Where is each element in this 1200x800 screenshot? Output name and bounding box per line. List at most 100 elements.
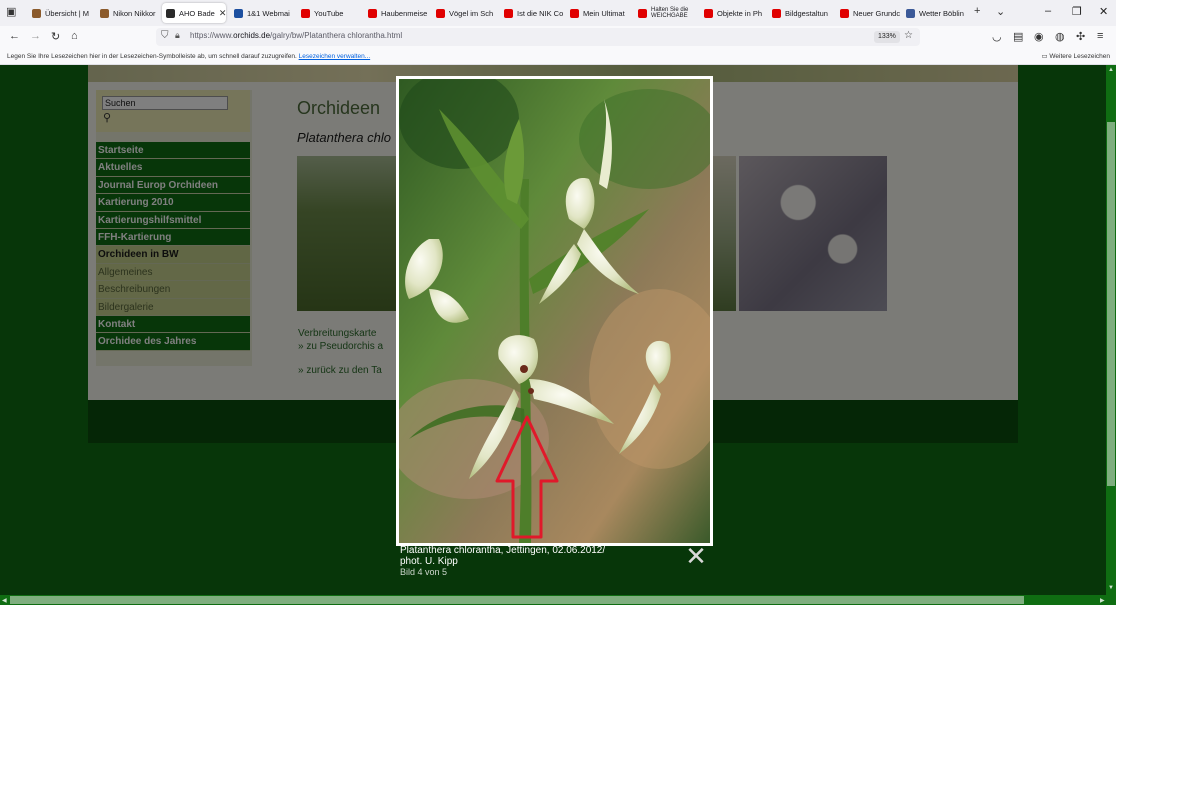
pseudorchis-link[interactable]: » zu Pseudorchis a bbox=[298, 341, 383, 352]
tab-list-icon[interactable]: ▣ bbox=[6, 5, 16, 18]
tab-1[interactable]: Nikon Nikkor bbox=[96, 3, 160, 23]
extension-icon[interactable]: ◍ bbox=[1055, 30, 1065, 43]
sidebar-item-bildergalerie[interactable]: Bildergalerie bbox=[96, 298, 250, 316]
favicon-icon bbox=[234, 8, 243, 18]
search-input[interactable]: Suchen bbox=[102, 96, 228, 110]
favicon-icon bbox=[840, 8, 849, 18]
chevron-down-icon[interactable]: ⌄ bbox=[996, 5, 1005, 18]
favicon-icon bbox=[166, 8, 175, 18]
close-tab-icon[interactable]: ✕ bbox=[219, 8, 226, 19]
lightbox-frame bbox=[396, 76, 713, 546]
sidebar-item-orchidee-des-jahres[interactable]: Orchidee des Jahres bbox=[96, 333, 250, 351]
favicon-icon bbox=[32, 8, 41, 18]
tab-label: Nikon Nikkor bbox=[113, 8, 156, 18]
tab-label: AHO Bade bbox=[179, 8, 215, 18]
favicon-icon bbox=[772, 8, 781, 18]
more-bookmarks-button[interactable]: ▭ Weitere Lesezeichen bbox=[1041, 52, 1110, 60]
lightbox: Platanthera chlorantha, Jettingen, 02.06… bbox=[396, 76, 713, 584]
new-tab-button[interactable]: + bbox=[974, 5, 980, 17]
tab-label: Übersicht | M bbox=[45, 8, 90, 18]
folder-icon: ▭ bbox=[1041, 53, 1048, 60]
close-icon[interactable]: ✕ bbox=[684, 543, 708, 569]
home-icon[interactable]: ⌂ bbox=[71, 30, 78, 42]
tab-9[interactable]: Halten Sie die WEICHGABE bbox=[634, 3, 698, 23]
sidebar-item-orchideen-in-bw[interactable]: Orchideen in BW bbox=[96, 246, 250, 264]
tab-7[interactable]: Ist die NIK Co bbox=[500, 3, 564, 23]
tab-label: Mein Ultimat bbox=[583, 8, 625, 18]
tab-3[interactable]: 1&1 Webmai bbox=[230, 3, 294, 23]
reader-view-icon[interactable]: ▤ bbox=[1013, 30, 1023, 43]
horizontal-scroll-thumb[interactable] bbox=[10, 596, 1024, 604]
scroll-right-icon[interactable]: ▶ bbox=[1100, 597, 1105, 604]
url-text[interactable]: https://www.orchids.de/galry/bw/Platanth… bbox=[190, 31, 402, 40]
tab-label: Wetter Böblin bbox=[919, 8, 964, 18]
reload-icon[interactable]: ↻ bbox=[51, 30, 60, 43]
tab-12[interactable]: Neuer Grundc bbox=[836, 3, 900, 23]
scroll-up-icon[interactable]: ▲ bbox=[1108, 67, 1114, 73]
scroll-down-icon[interactable]: ▼ bbox=[1108, 585, 1114, 591]
sidebar-item-allgemeines[interactable]: Allgemeines bbox=[96, 263, 250, 282]
close-window-button[interactable]: ✕ bbox=[1099, 5, 1108, 18]
zoom-level-badge[interactable]: 133% bbox=[874, 31, 900, 43]
distribution-map-link[interactable]: Verbreitungskarte bbox=[298, 328, 376, 339]
gallery-thumbnail[interactable] bbox=[739, 156, 887, 311]
tab-label: YouTube bbox=[314, 8, 344, 18]
tab-8[interactable]: Mein Ultimat bbox=[566, 3, 630, 23]
tab-2[interactable]: AHO Bade ✕ bbox=[162, 3, 226, 23]
horizontal-scrollbar[interactable]: ◀ ▶ bbox=[0, 595, 1116, 605]
caption-credit: phot. U. Kipp bbox=[400, 556, 458, 567]
manage-bookmarks-link[interactable]: Lesezeichen verwalten... bbox=[299, 53, 371, 60]
tab-10[interactable]: Objekte in Ph bbox=[700, 3, 764, 23]
lightbox-caption: Platanthera chlorantha, Jettingen, 02.06… bbox=[400, 545, 680, 567]
account-icon[interactable]: ◉ bbox=[1034, 30, 1044, 43]
tab-label: Vögel im Sch bbox=[449, 8, 494, 18]
tab-4[interactable]: YouTube bbox=[297, 3, 361, 23]
favicon-icon bbox=[704, 8, 713, 18]
sidebar-item-aktuelles[interactable]: Aktuelles bbox=[96, 159, 250, 177]
tab-label: Haubenmeise bbox=[381, 8, 428, 18]
page-subtitle: Platanthera chlo bbox=[297, 130, 391, 145]
tab-13[interactable]: Wetter Böblin bbox=[902, 3, 966, 23]
favicon-icon bbox=[570, 8, 579, 18]
sidebar-item-ffh-kartierung[interactable]: FFH-Kartierung bbox=[96, 228, 250, 247]
search-icon[interactable]: ⚲ bbox=[103, 111, 111, 124]
extensions-puzzle-icon[interactable]: ✣ bbox=[1076, 30, 1085, 43]
page-title: Orchideen bbox=[297, 98, 381, 118]
tab-11[interactable]: Bildgestaltun bbox=[768, 3, 832, 23]
tab-5[interactable]: Haubenmeise bbox=[364, 3, 428, 23]
restore-button[interactable]: ❐ bbox=[1072, 5, 1082, 18]
sidebar-item-kartierung-2010[interactable]: Kartierung 2010 bbox=[96, 194, 250, 212]
sidebar-item-beschreibungen[interactable]: Beschreibungen bbox=[96, 281, 250, 299]
tab-0[interactable]: Übersicht | M bbox=[28, 3, 92, 23]
pocket-icon[interactable]: ◡ bbox=[992, 30, 1002, 43]
menu-icon[interactable]: ≡ bbox=[1097, 30, 1103, 42]
favicon-icon bbox=[301, 8, 310, 18]
back-icon[interactable]: ← bbox=[9, 30, 20, 42]
scroll-left-icon[interactable]: ◀ bbox=[2, 597, 7, 604]
sidebar-item-kontakt[interactable]: Kontakt bbox=[96, 315, 250, 334]
bookmark-star-icon[interactable]: ☆ bbox=[904, 30, 913, 41]
favicon-icon bbox=[638, 8, 647, 18]
tab-label: Bildgestaltun bbox=[785, 8, 828, 18]
back-link[interactable]: » zurück zu den Ta bbox=[298, 365, 382, 376]
tab-label: Objekte in Ph bbox=[717, 8, 763, 18]
forward-icon[interactable]: → bbox=[30, 30, 41, 42]
search-box: Suchen ⚲ bbox=[96, 90, 250, 132]
vertical-scroll-thumb[interactable] bbox=[1107, 122, 1115, 486]
url-bar[interactable]: ⛉ 🔒︎ https://www.orchids.de/galry/bw/Pla… bbox=[156, 28, 920, 46]
favicon-icon bbox=[100, 8, 109, 18]
sidebar-item-startseite[interactable]: Startseite bbox=[96, 142, 250, 160]
favicon-icon bbox=[436, 8, 445, 18]
lock-icon[interactable]: 🔒︎ bbox=[175, 30, 180, 41]
sidebar-item-journal-europ-orchideen[interactable]: Journal Europ Orchideen bbox=[96, 176, 250, 195]
navigation-bar: ← → ↻ ⌂ ⛉ 🔒︎ https://www.orchids.de/galr… bbox=[0, 26, 1116, 48]
vertical-scrollbar[interactable]: ▲ ▼ bbox=[1106, 65, 1116, 595]
minimize-button[interactable]: – bbox=[1045, 5, 1051, 17]
tab-6[interactable]: Vögel im Sch bbox=[432, 3, 496, 23]
favicon-icon bbox=[906, 8, 915, 18]
tab-label: Neuer Grundc bbox=[853, 8, 900, 18]
sidebar-item-kartierungshilfsmittel[interactable]: Kartierungshilfsmittel bbox=[96, 211, 250, 229]
gallery-thumbnail[interactable] bbox=[297, 156, 397, 311]
sidebar: Suchen ⚲ Startseite Aktuelles Journal Euro… bbox=[96, 90, 252, 366]
shield-icon[interactable]: ⛉ bbox=[161, 30, 169, 41]
